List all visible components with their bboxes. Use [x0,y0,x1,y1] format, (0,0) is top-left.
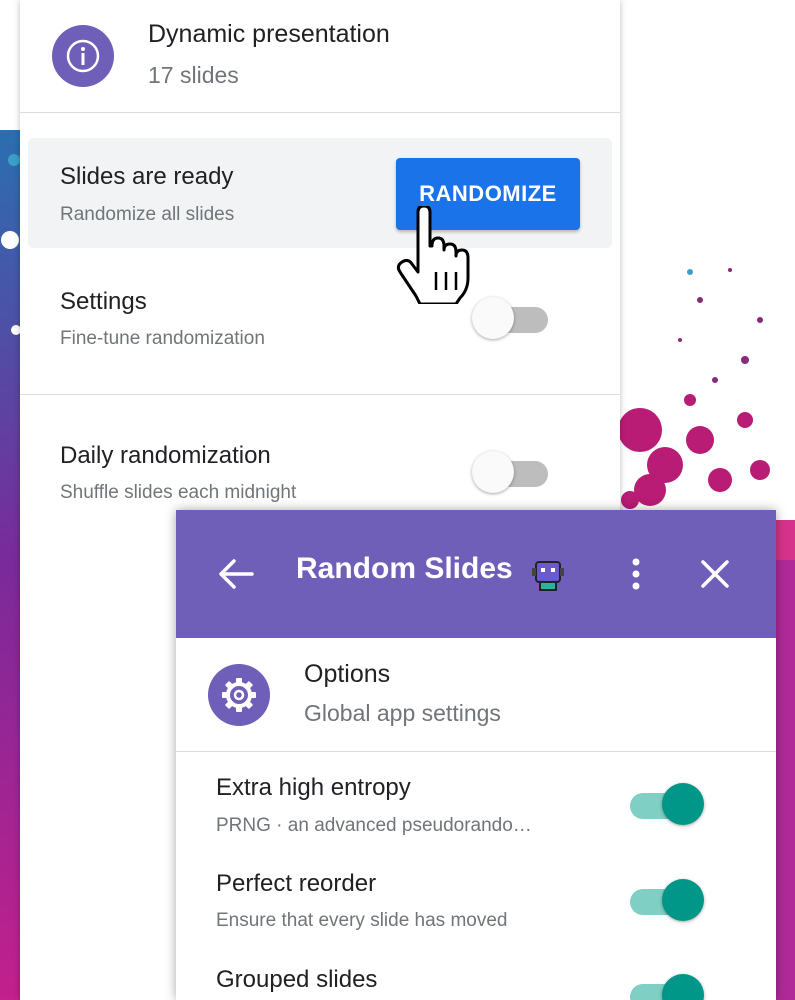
grouped-slides-title: Grouped slides [216,966,378,993]
perfect-reorder-title: Perfect reorder [216,870,377,897]
app-title: Random Slides [296,552,513,585]
app-bar: Random Slides [176,510,776,638]
robot-mascot-icon [528,554,568,594]
divider [176,751,776,752]
toggle-knob [472,451,514,493]
perfect-reorder-toggle[interactable] [626,879,704,923]
perfect-reorder-subtitle: Ensure that every slide has moved [216,910,508,931]
arrow-left-icon[interactable] [212,554,260,594]
presentation-title: Dynamic presentation [148,20,390,48]
daily-randomization-toggle[interactable] [472,451,550,495]
settings-toggle[interactable] [472,297,550,341]
settings-subtitle: Fine-tune randomization [60,328,265,349]
toggle-knob [662,783,704,825]
divider [20,394,620,395]
gear-icon [208,664,270,726]
extra-high-entropy-toggle[interactable] [626,783,704,827]
close-icon[interactable] [694,554,736,594]
options-subtitle: Global app settings [304,700,501,726]
random-slides-panel: Random Slides Options Global app setting… [176,510,776,1000]
extra-high-entropy-title: Extra high entropy [216,774,411,801]
settings-title: Settings [60,288,147,315]
options-title: Options [304,660,391,688]
presentation-header: Dynamic presentation 17 slides [20,0,620,113]
daily-randomization-title: Daily randomization [60,442,271,469]
slide-count: 17 slides [148,62,239,88]
daily-randomization-subtitle: Shuffle slides each midnight [60,482,297,503]
randomize-button[interactable]: RANDOMIZE [396,158,580,230]
info-icon [52,25,114,87]
slides-ready-title: Slides are ready [60,163,234,190]
toggle-knob [472,297,514,339]
toggle-knob [662,974,704,1000]
toggle-knob [662,879,704,921]
extra-high-entropy-subtitle: PRNG · an advanced pseudorando… [216,815,532,836]
grouped-slides-toggle[interactable] [626,974,704,1000]
slides-ready-subtitle: Randomize all slides [60,204,235,225]
more-vert-icon[interactable] [620,554,652,594]
